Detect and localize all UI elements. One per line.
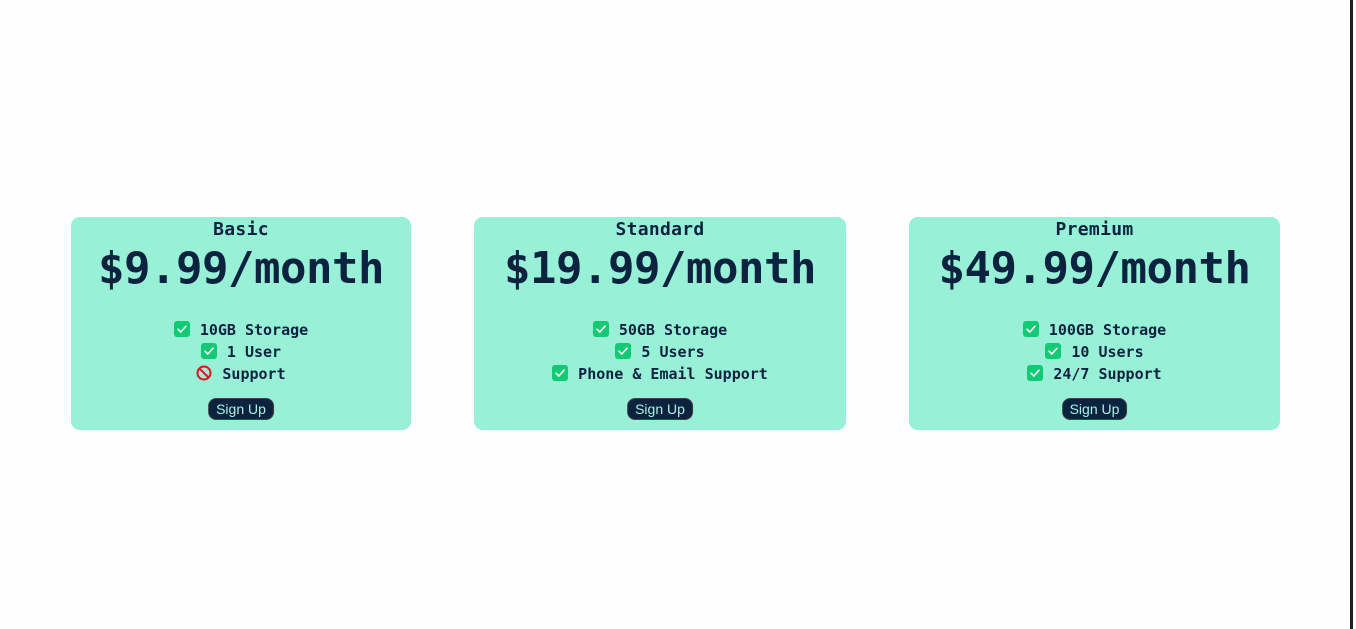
feature-item: 5 Users bbox=[474, 341, 846, 363]
feature-text: Support bbox=[222, 365, 286, 383]
feature-item: 24/7 Support bbox=[909, 363, 1280, 385]
plan-price: $49.99/month bbox=[938, 243, 1251, 294]
check-icon bbox=[1022, 321, 1039, 337]
sign-up-button-premium[interactable]: Sign Up bbox=[1061, 398, 1128, 420]
plan-name: Basic bbox=[213, 219, 269, 240]
feature-item: 10GB Storage bbox=[71, 319, 411, 341]
feature-item: Support bbox=[71, 363, 411, 385]
feature-item: 10 Users bbox=[909, 341, 1280, 363]
feature-text: 100GB Storage bbox=[1048, 321, 1167, 339]
plan-name: Standard bbox=[615, 219, 705, 240]
feature-list: 50GB Storage 5 Users Phone & Email Suppo… bbox=[474, 319, 846, 385]
plan-name: Premium bbox=[1055, 219, 1134, 240]
feature-text: 10 Users bbox=[1071, 343, 1144, 361]
pricing-page: Basic $9.99/month 10GB Storage 1 User Su… bbox=[0, 0, 1356, 629]
feature-list: 10GB Storage 1 User Support bbox=[71, 319, 411, 385]
check-icon bbox=[200, 343, 217, 359]
sign-up-button-standard[interactable]: Sign Up bbox=[627, 398, 693, 420]
feature-text: 1 User bbox=[226, 343, 282, 361]
feature-item: 1 User bbox=[71, 341, 411, 363]
sign-up-button-basic[interactable]: Sign Up bbox=[208, 398, 274, 420]
feature-text: 50GB Storage bbox=[618, 321, 728, 339]
feature-list: 100GB Storage 10 Users 24/7 Support bbox=[909, 319, 1280, 385]
prohibited-icon bbox=[196, 365, 212, 381]
feature-item: 50GB Storage bbox=[474, 319, 846, 341]
check-icon bbox=[615, 343, 632, 359]
plan-price: $9.99/month bbox=[98, 243, 384, 294]
pricing-card-basic: Basic $9.99/month 10GB Storage 1 User Su… bbox=[71, 217, 411, 430]
check-icon bbox=[552, 365, 569, 381]
feature-item: Phone & Email Support bbox=[474, 363, 846, 385]
feature-item: 100GB Storage bbox=[909, 319, 1280, 341]
feature-text: 24/7 Support bbox=[1053, 365, 1162, 383]
plan-price: $19.99/month bbox=[504, 243, 816, 294]
feature-text: 5 Users bbox=[641, 343, 705, 361]
check-icon bbox=[1045, 343, 1062, 359]
feature-text: 10GB Storage bbox=[199, 321, 309, 339]
check-icon bbox=[173, 321, 190, 337]
pricing-card-premium: Premium $49.99/month 100GB Storage 10 Us… bbox=[909, 217, 1280, 430]
window-edge bbox=[1350, 0, 1353, 629]
check-icon bbox=[592, 321, 609, 337]
check-icon bbox=[1027, 365, 1044, 381]
feature-text: Phone & Email Support bbox=[578, 365, 768, 383]
pricing-card-standard: Standard $19.99/month 50GB Storage 5 Use… bbox=[474, 217, 846, 430]
